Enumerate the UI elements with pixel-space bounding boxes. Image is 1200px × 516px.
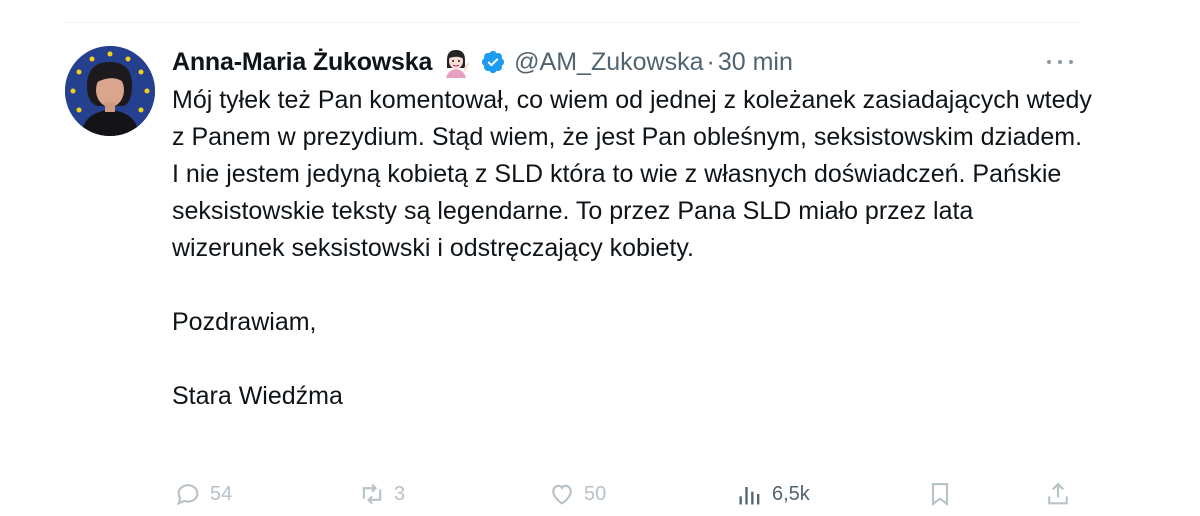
tweet-paragraph: Pozdrawiam, — [172, 308, 317, 336]
avatar[interactable] — [65, 46, 155, 136]
retweet-icon — [362, 483, 382, 505]
bookmark-icon — [931, 483, 949, 507]
share-button[interactable] — [1044, 480, 1072, 508]
retweet-button[interactable]: 3 — [358, 480, 405, 508]
action-bar: 54 3 50 6,5k — [170, 480, 1080, 516]
like-count: 50 — [584, 482, 607, 505]
top-divider — [64, 22, 1080, 23]
author-name[interactable]: Anna-Maria Żukowska — [172, 48, 432, 77]
verified-badge-icon[interactable] — [480, 49, 506, 75]
share-icon — [1048, 482, 1068, 505]
tweet-header: Anna-Maria Żukowska @AM_Zukowska · 30 mi… — [172, 44, 793, 80]
bookmark-button[interactable] — [926, 480, 954, 508]
timestamp[interactable]: 30 min — [718, 48, 793, 77]
reply-button[interactable]: 54 — [174, 480, 232, 508]
retweet-count: 3 — [394, 482, 406, 505]
views-icon — [739, 487, 760, 505]
reply-count: 54 — [210, 482, 233, 505]
reply-icon — [176, 484, 199, 506]
tweet-text: Mój tyłek też Pan komentował, co wiem od… — [172, 82, 1092, 415]
tweet-paragraph: Mój tyłek też Pan komentował, co wiem od… — [172, 86, 1092, 262]
view-count: 6,5k — [772, 482, 810, 505]
like-icon — [552, 484, 572, 505]
separator-dot: · — [706, 47, 715, 76]
more-icon[interactable] — [1044, 52, 1076, 72]
woman-tipping-hand-emoji — [446, 50, 470, 78]
tweet-paragraph: Stara Wiedźma — [172, 382, 343, 410]
author-handle[interactable]: @AM_Zukowska — [514, 48, 703, 77]
like-button[interactable]: 50 — [548, 480, 606, 508]
views-button[interactable]: 6,5k — [736, 480, 810, 508]
